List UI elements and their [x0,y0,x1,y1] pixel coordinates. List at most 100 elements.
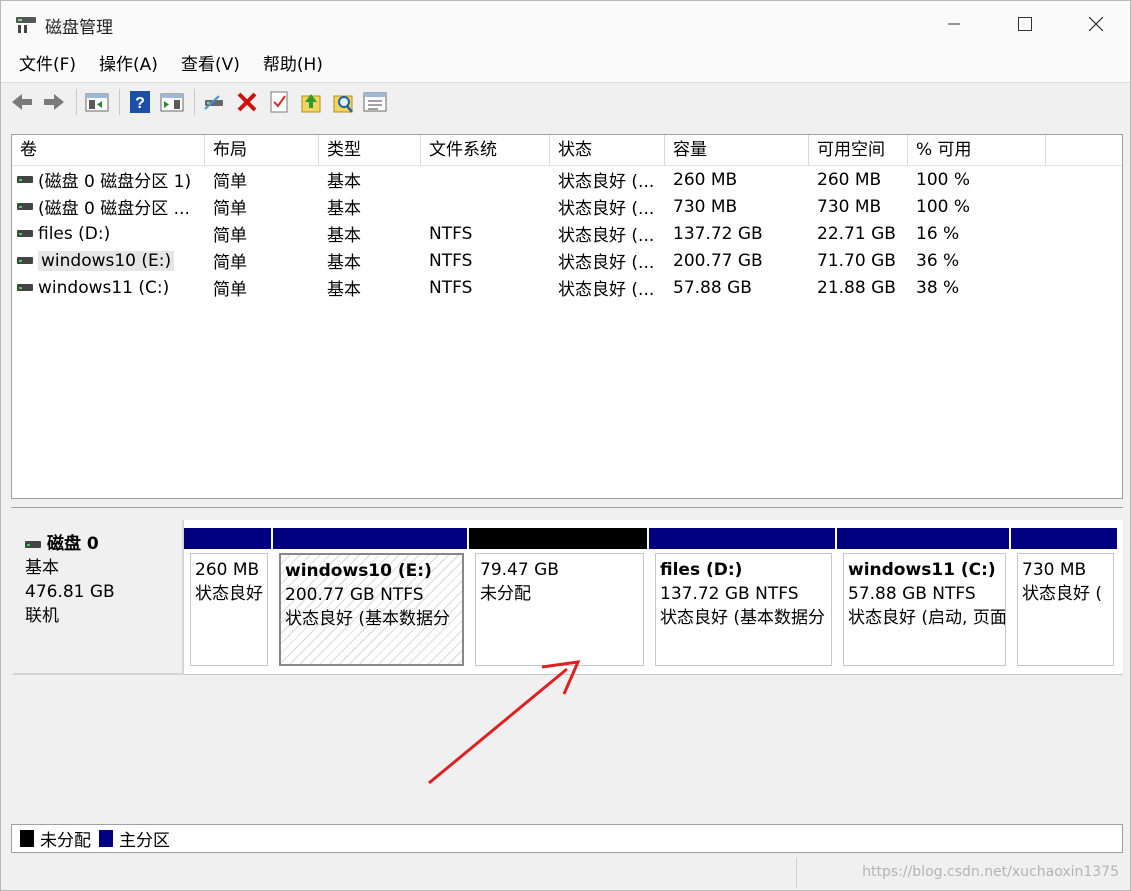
search-button[interactable] [330,89,356,115]
status-bar: https://blog.csdn.net/xuchaoxin1375 [11,858,1123,888]
svg-text:?: ? [135,95,145,112]
volume-cell: (磁盘 0 磁盘分区 1) [12,167,205,192]
volume-list: 卷 布局 类型 文件系统 状态 容量 可用空间 % 可用 (磁盘 0 磁盘分区 … [11,134,1123,499]
pane-splitter[interactable] [11,499,1123,507]
volume-cell: windows11 (C:) [12,278,205,298]
menu-help[interactable]: 帮助(H) [255,50,331,80]
disk-name: 磁盘 0 [25,532,182,556]
disk-0-label[interactable]: 磁盘 0 基本 476.81 GB 联机 [13,520,184,675]
partition-body: 730 MB 状态良好 ( [1017,553,1114,666]
drive-icon [25,540,41,548]
table-row[interactable]: files (D:) 简单 基本 NTFS 状态良好 (... 137.72 G… [12,220,1122,247]
show-hide-action-pane-button[interactable] [159,89,185,115]
partition-body: 79.47 GB 未分配 [475,553,644,666]
layout-cell: 简单 [213,199,247,219]
partition-block[interactable]: windows10 (E:) 200.77 GB NTFS 状态良好 (基本数据… [273,520,467,672]
column-header-type[interactable]: 类型 [319,135,421,165]
table-row[interactable]: windows11 (C:) 简单 基本 NTFS 状态良好 (... 57.8… [12,274,1122,301]
disk-size: 476.81 GB [25,582,115,602]
volume-name: windows10 (E:) [38,250,175,271]
menu-file[interactable]: 文件(F) [11,50,84,80]
toolbar-separator [119,89,120,115]
table-row[interactable]: windows10 (E:) 简单 基本 NTFS 状态良好 (... 200.… [12,247,1122,274]
column-header-volume[interactable]: 卷 [12,135,205,165]
properties-button[interactable] [362,89,388,115]
volume-list-header: 卷 布局 类型 文件系统 状态 容量 可用空间 % 可用 [12,135,1122,166]
partition-size: 730 MB [1022,560,1087,580]
status-divider [796,858,797,888]
layout-cell: 简单 [213,253,247,273]
partition-status: 状态良好 (基本数据分 [660,608,826,628]
percent-free-cell: 36 % [916,250,960,271]
partition-status: 未分配 [480,584,531,604]
filesystem-cell: NTFS [429,250,473,271]
partition-block[interactable]: 79.47 GB 未分配 [469,520,647,672]
partition-body-selected: windows10 (E:) 200.77 GB NTFS 状态良好 (基本数据… [279,553,464,666]
minimize-icon [948,23,960,25]
primary-partition-bar [837,528,1009,549]
partition-status: 状态良好 ( [1022,584,1103,604]
partition-block[interactable]: 260 MB 状态良好 [184,520,271,672]
partition-block[interactable]: files (D:) 137.72 GB NTFS 状态良好 (基本数据分 [649,520,835,672]
volume-name: files (D:) [38,223,111,244]
maximize-button[interactable] [990,1,1060,47]
table-row[interactable]: (磁盘 0 磁盘分区 ... 简单 基本 状态良好 (... 730 MB 73… [12,193,1122,220]
connect-virtual-disk-button[interactable] [202,89,228,115]
column-header-filesystem[interactable]: 文件系统 [421,135,550,165]
legend-unallocated: 未分配 [40,831,91,851]
filesystem-cell: NTFS [429,277,473,298]
back-icon [12,94,32,110]
column-header-free-space[interactable]: 可用空间 [809,135,908,165]
disk-state: 联机 [25,606,59,626]
properties-icon [363,92,387,112]
partition-size: 137.72 GB NTFS [660,584,799,604]
type-cell: 基本 [327,172,361,192]
column-header-percent-free[interactable]: % 可用 [908,135,1046,165]
unallocated-swatch [20,830,34,847]
legend-primary-partition: 主分区 [119,831,170,851]
capacity-cell: 200.77 GB [673,250,763,271]
menu-action[interactable]: 操作(A) [91,50,166,80]
partition-size: 79.47 GB [480,560,559,580]
partition-body: files (D:) 137.72 GB NTFS 状态良好 (基本数据分 [655,553,832,666]
maximize-icon [1018,17,1032,31]
partition-title: files (D:) [660,560,743,580]
status-cell: 状态良好 (... [558,226,655,246]
partition-title: windows10 (E:) [285,561,432,581]
toolbar: ? [1,84,1130,120]
type-cell: 基本 [327,199,361,219]
menu-view[interactable]: 查看(V) [173,50,248,80]
menu-bar: 文件(F) 操作(A) 查看(V) 帮助(H) [1,47,1130,83]
show-hide-console-tree-button[interactable] [84,89,110,115]
volume-name: (磁盘 0 磁盘分区 ... [38,199,190,219]
table-row[interactable]: (磁盘 0 磁盘分区 1) 简单 基本 状态良好 (... 260 MB 260… [12,166,1122,193]
drive-icon [17,176,33,183]
import-icon [301,94,321,113]
search-icon [333,95,353,113]
column-header-status[interactable]: 状态 [550,135,665,165]
close-button[interactable] [1061,1,1131,47]
help-icon: ? [130,91,150,113]
partition-block[interactable]: windows11 (C:) 57.88 GB NTFS 状态良好 (启动, 页… [837,520,1009,672]
delete-button[interactable] [234,89,260,115]
partition-block[interactable]: 730 MB 状态良好 ( [1011,520,1117,672]
back-button[interactable] [9,89,35,115]
partition-size: 57.88 GB NTFS [848,584,976,604]
minimize-button[interactable] [919,1,989,47]
import-button[interactable] [298,89,324,115]
watermark: https://blog.csdn.net/xuchaoxin1375 [862,864,1119,880]
type-cell: 基本 [327,226,361,246]
check-icon [270,91,288,113]
type-cell: 基本 [327,253,361,273]
forward-button[interactable] [41,89,67,115]
primary-partition-bar [649,528,835,549]
window-title: 磁盘管理 [45,18,113,38]
title-bar: 磁盘管理 [1,1,1130,47]
free-space-cell: 21.88 GB [817,277,896,298]
help-button[interactable]: ? [127,89,153,115]
column-header-layout[interactable]: 布局 [205,135,319,165]
properties-check-button[interactable] [266,89,292,115]
column-header-capacity[interactable]: 容量 [665,135,809,165]
toolbar-separator [194,89,195,115]
primary-partition-bar [1011,528,1117,549]
